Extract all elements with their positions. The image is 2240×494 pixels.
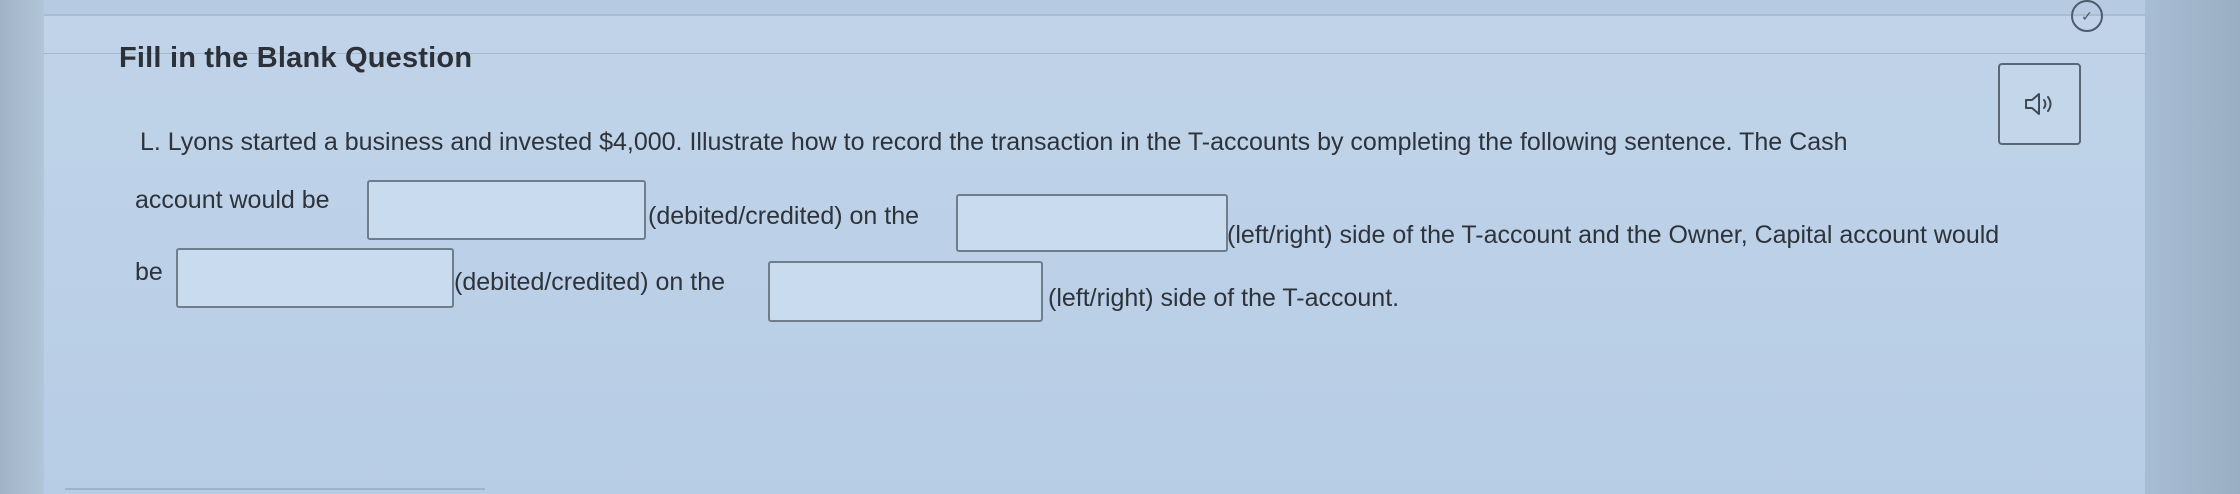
speaker-icon	[2024, 93, 2051, 115]
blank-1-debited-credited[interactable]	[367, 180, 646, 240]
question-text-be: be	[135, 258, 163, 286]
question-text-debited-credited-1: (debited/credited) on the	[648, 202, 920, 230]
question-text-left-right-t-account: (left/right) side of the T-account.	[1048, 284, 1400, 312]
blank-3-debited-credited[interactable]	[176, 248, 454, 308]
blank-2-left-right[interactable]	[956, 194, 1228, 252]
question-text-line-1: L. Lyons started a business and invested…	[140, 128, 1848, 156]
screen-edge-left	[0, 0, 44, 494]
screen-edge-right	[2145, 0, 2240, 494]
question-title: Fill in the Blank Question	[119, 42, 473, 74]
check-circle-icon[interactable]: ✓	[2071, 0, 2103, 32]
question-text-debited-credited-2: (debited/credited) on the	[454, 268, 726, 296]
question-text-left-right-owner-capital: (left/right) side of the T-account and t…	[1227, 221, 2000, 249]
panel-bottom-divider	[65, 488, 485, 490]
blank-4-left-right[interactable]	[768, 261, 1043, 322]
question-text-account-would-be: account would be	[135, 186, 330, 214]
